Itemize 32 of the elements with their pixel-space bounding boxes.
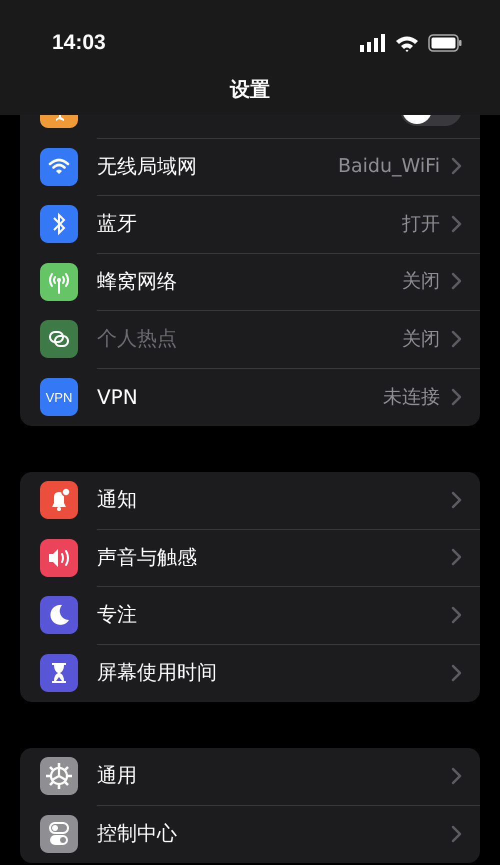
signal-icon: [360, 34, 386, 52]
wifi-icon: [396, 34, 418, 52]
chevron-icon: [450, 548, 462, 566]
chevron-icon: [450, 157, 462, 176]
setting-label[interactable]: 蜂窝网络: [97, 268, 402, 295]
setting-label[interactable]: 通知: [97, 486, 450, 514]
setting-label[interactable]: 屏幕使用时间: [97, 659, 450, 686]
chevron-icon: [450, 664, 462, 682]
setting-value: 未连接: [383, 384, 440, 410]
setting-value: Baidu_WiFi: [338, 155, 440, 178]
chevron-icon: [450, 214, 462, 233]
battery-icon: [428, 34, 462, 52]
setting-label[interactable]: 控制中心: [97, 820, 450, 848]
setting-label[interactable]: 声音与触感: [97, 544, 450, 571]
page-title: 设置: [228, 76, 271, 103]
setting-label[interactable]: 蓝牙: [97, 210, 402, 238]
vpn-icon: VPN: [40, 378, 78, 416]
chevron-icon: [450, 388, 462, 406]
chevron-icon: [450, 766, 462, 785]
chevron-icon: [450, 272, 462, 290]
chevron-icon: [450, 606, 462, 624]
chevron-icon: [450, 824, 462, 843]
status-time: 14:03: [52, 31, 106, 55]
setting-label[interactable]: VPN: [97, 384, 383, 409]
setting-value: 关闭: [402, 326, 440, 352]
setting-label[interactable]: 无线局域网: [97, 152, 338, 180]
chevron-icon: [450, 490, 462, 509]
chevron-icon: [450, 330, 462, 348]
setting-label[interactable]: 专注: [97, 601, 450, 628]
setting-value: 关闭: [402, 269, 440, 294]
setting-value: 打开: [402, 212, 440, 237]
setting-label[interactable]: 通用: [97, 762, 450, 790]
